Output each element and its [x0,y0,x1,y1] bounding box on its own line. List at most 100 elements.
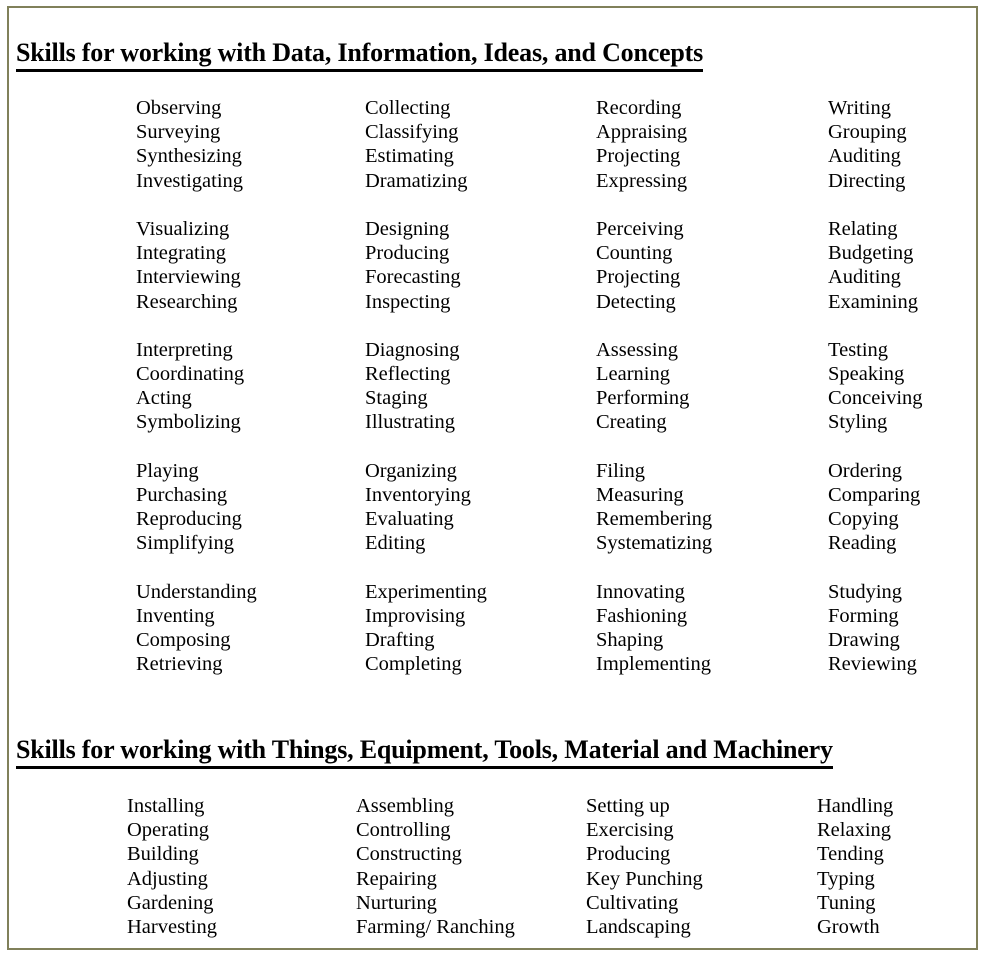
skill-item: Visualizing [136,217,230,240]
skill-item: Cultivating [586,891,679,914]
skill-item: Shaping [596,629,664,652]
skill-item: Testing [828,338,889,361]
skill-item: Examining [828,290,918,313]
skill-item: Handling [817,795,894,817]
group-spacer [596,556,712,580]
skill-item: Detecting [596,290,676,313]
group-spacer [365,556,487,580]
skill-item: Reflecting [365,363,451,386]
skill-item: Farming/ Ranching [356,915,515,938]
skill-item: Forecasting [365,266,461,289]
skill-item: Surveying [136,121,221,144]
skill-item: Exercising [586,819,674,842]
group-spacer [365,435,487,459]
skill-item: Composing [136,629,231,652]
skill-item: Playing [136,459,199,482]
skill-item: Inspecting [365,290,451,313]
skill-item: Measuring [596,484,684,506]
group-spacer [828,435,923,459]
skill-item: Studying [828,580,903,603]
skill-item: Producing [586,843,671,866]
skill-item: Simplifying [136,532,234,555]
skill-item: Projecting [596,145,681,168]
group-spacer [828,193,923,217]
skill-item: Integrating [136,242,226,265]
skill-item: Gardening [127,891,214,914]
skill-item: Coordinating [136,363,245,386]
skill-item: Estimating [365,145,454,168]
skill-item: Systematizing [596,532,713,555]
skill-item: Experimenting [365,580,487,603]
skill-item: Relating [828,217,898,240]
skill-item: Forming [828,604,899,627]
skill-item: Inventing [136,604,215,627]
skill-item: Understanding [136,580,257,603]
skill-item: Adjusting [127,867,208,890]
skill-item: Landscaping [586,915,691,938]
group-spacer [365,193,487,217]
skill-item: Evaluating [365,508,454,531]
skill-item: Grouping [828,121,907,144]
skill-item: Assembling [356,795,454,817]
skill-item: Auditing [828,145,901,168]
skill-item: Tending [817,843,884,866]
skill-item: Producing [365,242,450,265]
skill-column-data-3: Recording Appraising Projecting Expressi… [596,96,712,677]
skill-item: Retrieving [136,653,223,676]
skill-item: Typing [817,867,875,890]
skill-item: Recording [596,97,682,119]
skill-item: Operating [127,819,209,842]
skill-item: Investigating [136,169,244,192]
section-heading-things-text: Skills for working with Things, Equipmen… [16,735,833,769]
skill-item: Budgeting [828,242,914,265]
skill-item: Auditing [828,266,901,289]
skill-item: Editing [365,532,426,555]
section-heading-data-text: Skills for working with Data, Informatio… [16,38,703,72]
skill-item: Performing [596,387,690,410]
skill-item: Remembering [596,508,713,531]
skill-item: Speaking [828,363,905,386]
skill-item: Symbolizing [136,411,241,434]
group-spacer [365,314,487,338]
skill-item: Improvising [365,604,466,627]
skill-item: Nurturing [356,891,437,914]
skill-item: Drawing [828,629,900,652]
group-spacer [136,314,257,338]
skill-column-things-2: Assembling Controlling Constructing Repa… [356,794,515,939]
section-heading-data-information-ideas-concepts: Skills for working with Data, Informatio… [16,38,703,72]
skill-item: Drafting [365,629,435,652]
skill-item: Ordering [828,459,903,482]
group-spacer [828,314,923,338]
skill-item: Installing [127,795,205,817]
skill-item: Fashioning [596,604,688,627]
skill-item: Implementing [596,653,712,676]
skill-item: Conceiving [828,387,923,410]
skill-item: Repairing [356,867,437,890]
skill-item: Tuning [817,891,876,914]
skill-item: Copying [828,508,899,531]
skill-item: Interviewing [136,266,241,289]
skill-item: Organizing [365,459,457,482]
skill-item: Diagnosing [365,338,460,361]
skill-item: Learning [596,363,670,386]
skill-item: Inventorying [365,484,471,506]
skill-column-data-2: Collecting Classifying Estimating Dramat… [365,96,487,677]
skill-item: Growth [817,915,880,938]
skill-item: Collecting [365,97,451,119]
skill-item: Reading [828,532,897,555]
group-spacer [596,314,712,338]
skill-item: Directing [828,169,906,192]
skill-item: Purchasing [136,484,228,506]
skill-item: Dramatizing [365,169,468,192]
skill-item: Creating [596,411,667,434]
skill-item: Synthesizing [136,145,242,168]
group-spacer [828,556,923,580]
group-spacer [596,193,712,217]
skill-item: Designing [365,217,450,240]
skill-item: Writing [828,97,891,119]
skill-item: Interpreting [136,338,233,361]
skill-item: Assessing [596,338,679,361]
skill-item: Illustrating [365,411,455,434]
skill-item: Reproducing [136,508,242,531]
skill-item: Staging [365,387,428,410]
